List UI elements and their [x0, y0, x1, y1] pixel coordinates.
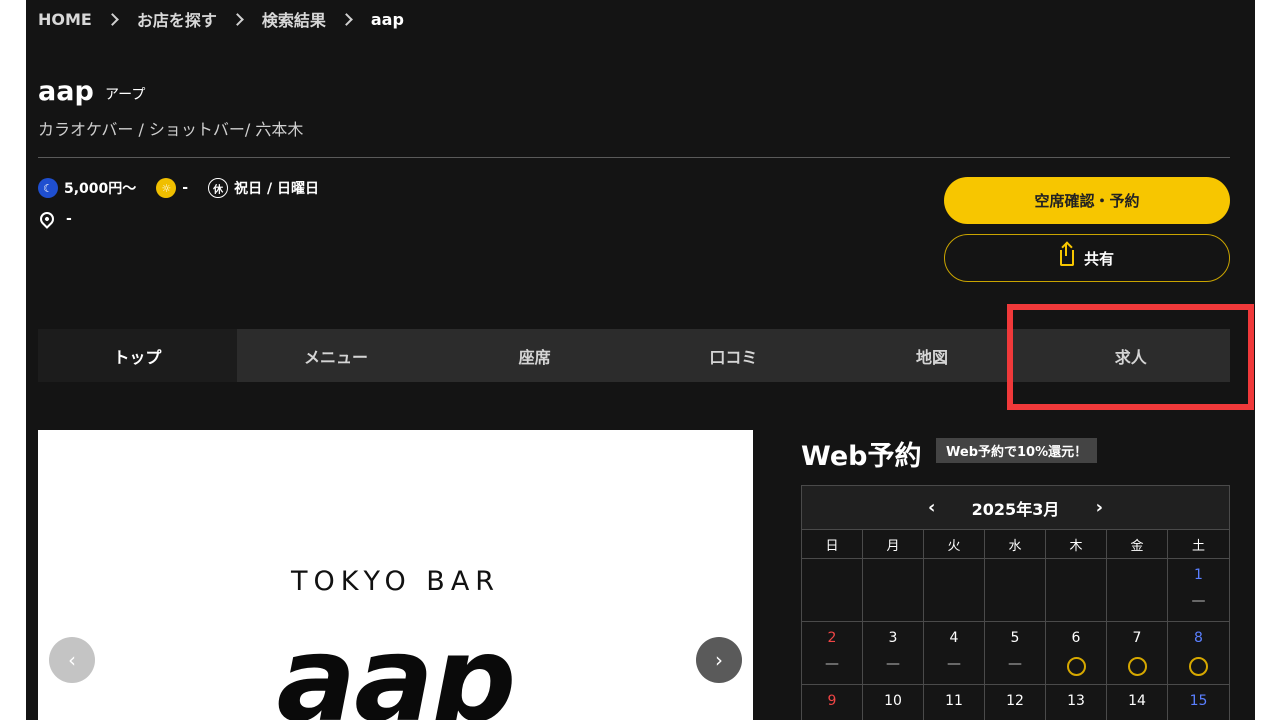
calendar-day-cell[interactable]: 15 — [1168, 685, 1229, 720]
calendar-grid: 日月火水木金土 1—2—3—4—5—6 7 8 9 10 11 12 13 14 15 — [802, 530, 1229, 720]
calendar-day-cell[interactable]: 14 — [1107, 685, 1168, 720]
breadcrumb: HOME お店を探す 検索結果 aap — [38, 7, 404, 31]
breadcrumb-current: aap — [370, 9, 404, 29]
web-reservation-title: Web予約 — [801, 441, 922, 472]
calendar-header: ‹ 2025年3月 › — [802, 486, 1229, 530]
calendar-day-cell[interactable]: 9 — [802, 685, 863, 720]
calendar-day-number: 4 — [949, 630, 959, 646]
calendar-day-number: 11 — [945, 693, 963, 709]
unavailable-dash-icon: — — [947, 656, 961, 672]
calendar-day-number: 10 — [884, 693, 902, 709]
chevron-right-icon — [340, 12, 353, 26]
calendar-weekday: 金 — [1107, 530, 1168, 559]
night-price: ☾ 5,000円〜 — [38, 178, 136, 198]
unavailable-dash-icon: — — [886, 656, 900, 672]
breadcrumb-home[interactable]: HOME — [38, 10, 92, 29]
shop-image-carousel: TOKYO BAR aap ‹ › — [38, 430, 753, 720]
tab-reviews[interactable]: 口コミ — [634, 329, 833, 382]
calendar-day-cell — [924, 559, 985, 622]
breadcrumb-search-results[interactable]: 検索結果 — [262, 7, 326, 31]
highlight-box — [1007, 304, 1254, 410]
available-circle-icon — [1066, 657, 1086, 676]
shop-category: カラオケバー / ショットバー/ 六本木 — [38, 120, 304, 139]
location-pin-icon — [37, 209, 57, 229]
chevron-right-icon — [105, 12, 119, 26]
calendar-month: 2025年3月 — [971, 499, 1060, 519]
shop-location: - — [37, 209, 72, 229]
calendar-day-cell[interactable]: 2— — [802, 622, 863, 685]
available-circle-icon — [1189, 657, 1208, 676]
calendar-day-number: 15 — [1189, 693, 1208, 709]
calendar-day-number: 1 — [1194, 567, 1203, 583]
calendar-day-cell[interactable]: 6 — [1046, 622, 1107, 685]
calendar-day-cell — [985, 559, 1046, 622]
calendar-day-cell[interactable]: 7 — [1107, 622, 1168, 685]
calendar-weekday: 日 — [802, 530, 863, 559]
calendar-weekday: 月 — [863, 530, 924, 559]
carousel-next-button[interactable]: › — [696, 637, 742, 683]
calendar-day-cell[interactable]: 13 — [1046, 685, 1107, 720]
calendar-day-number: 12 — [1006, 693, 1024, 709]
calendar-weekday: 木 — [1046, 530, 1107, 559]
calendar-day-number: 5 — [1010, 630, 1020, 646]
calendar-day-cell[interactable]: 8 — [1168, 622, 1229, 685]
calendar-day-cell[interactable]: 11 — [924, 685, 985, 720]
calendar-day-number: 13 — [1067, 693, 1085, 709]
share-button-label: 共有 — [1083, 250, 1114, 268]
calendar-weekday: 水 — [985, 530, 1046, 559]
calendar-day-cell[interactable]: 10 — [863, 685, 924, 720]
calendar-weekday: 火 — [924, 530, 985, 559]
calendar-next-button[interactable]: › — [1084, 497, 1114, 518]
calendar-day-cell[interactable]: 5— — [985, 622, 1046, 685]
closed-days-value: 祝日 / 日曜日 — [234, 181, 319, 197]
closed-icon: 休 — [208, 178, 229, 198]
unavailable-dash-icon: — — [1191, 593, 1206, 609]
unavailable-dash-icon: — — [1008, 656, 1022, 672]
breadcrumb-shop-search[interactable]: お店を探す — [137, 7, 217, 31]
carousel-prev-button[interactable]: ‹ — [49, 637, 95, 683]
calendar-day-cell — [863, 559, 924, 622]
shop-kana: アープ — [105, 87, 146, 103]
night-price-value: 5,000円〜 — [64, 181, 137, 197]
available-circle-icon — [1127, 657, 1147, 676]
calendar-prev-button[interactable]: ‹ — [917, 497, 947, 518]
web-reservation-badge: Web予約で10%還元！ — [936, 438, 1098, 463]
calendar-day-number: 14 — [1128, 693, 1146, 709]
tab-menu[interactable]: メニュー — [237, 329, 436, 382]
hero-subtitle: TOKYO BAR — [290, 566, 501, 597]
chevron-right-icon — [230, 12, 244, 26]
calendar-day-cell[interactable]: 12 — [985, 685, 1046, 720]
tab-seats[interactable]: 座席 — [435, 329, 634, 382]
calendar-day-number: 6 — [1071, 630, 1081, 646]
closed-days: 休 祝日 / 日曜日 — [208, 178, 319, 198]
hero-logo: aap — [276, 610, 517, 720]
reserve-button[interactable]: 空席確認・予約 — [944, 177, 1230, 224]
unavailable-dash-icon: — — [825, 656, 839, 672]
calendar-day-cell — [1107, 559, 1168, 622]
tab-map[interactable]: 地図 — [833, 329, 1032, 382]
sun-icon: ☼ — [156, 178, 177, 198]
calendar-day-number: 8 — [1194, 630, 1203, 646]
share-button[interactable]: 共有 — [944, 234, 1230, 282]
share-icon — [1059, 243, 1074, 266]
location-value: - — [66, 211, 72, 227]
calendar-day-cell[interactable]: 4— — [924, 622, 985, 685]
calendar-day-number: 3 — [888, 630, 898, 646]
calendar-day-cell — [802, 559, 863, 622]
shop-info-row: ☾ 5,000円〜 ☼ - 休 祝日 / 日曜日 — [38, 178, 339, 198]
shop-name: aap — [38, 76, 94, 107]
calendar-day-cell[interactable]: 1— — [1168, 559, 1229, 622]
calendar-day-number: 2 — [827, 630, 837, 646]
header-divider — [38, 157, 1230, 158]
moon-icon: ☾ — [38, 178, 58, 198]
calendar-day-cell[interactable]: 3— — [863, 622, 924, 685]
tab-top[interactable]: トップ — [38, 329, 237, 382]
reservation-calendar: ‹ 2025年3月 › 日月火水木金土 1—2—3—4—5—6 7 8 9 10 11 12 1… — [801, 485, 1230, 720]
calendar-weekday: 土 — [1168, 530, 1229, 559]
calendar-day-cell — [1046, 559, 1107, 622]
day-price-value: - — [182, 180, 189, 196]
day-price: ☼ - — [156, 178, 188, 198]
calendar-day-number: 7 — [1132, 630, 1142, 646]
calendar-day-number: 9 — [827, 693, 837, 709]
